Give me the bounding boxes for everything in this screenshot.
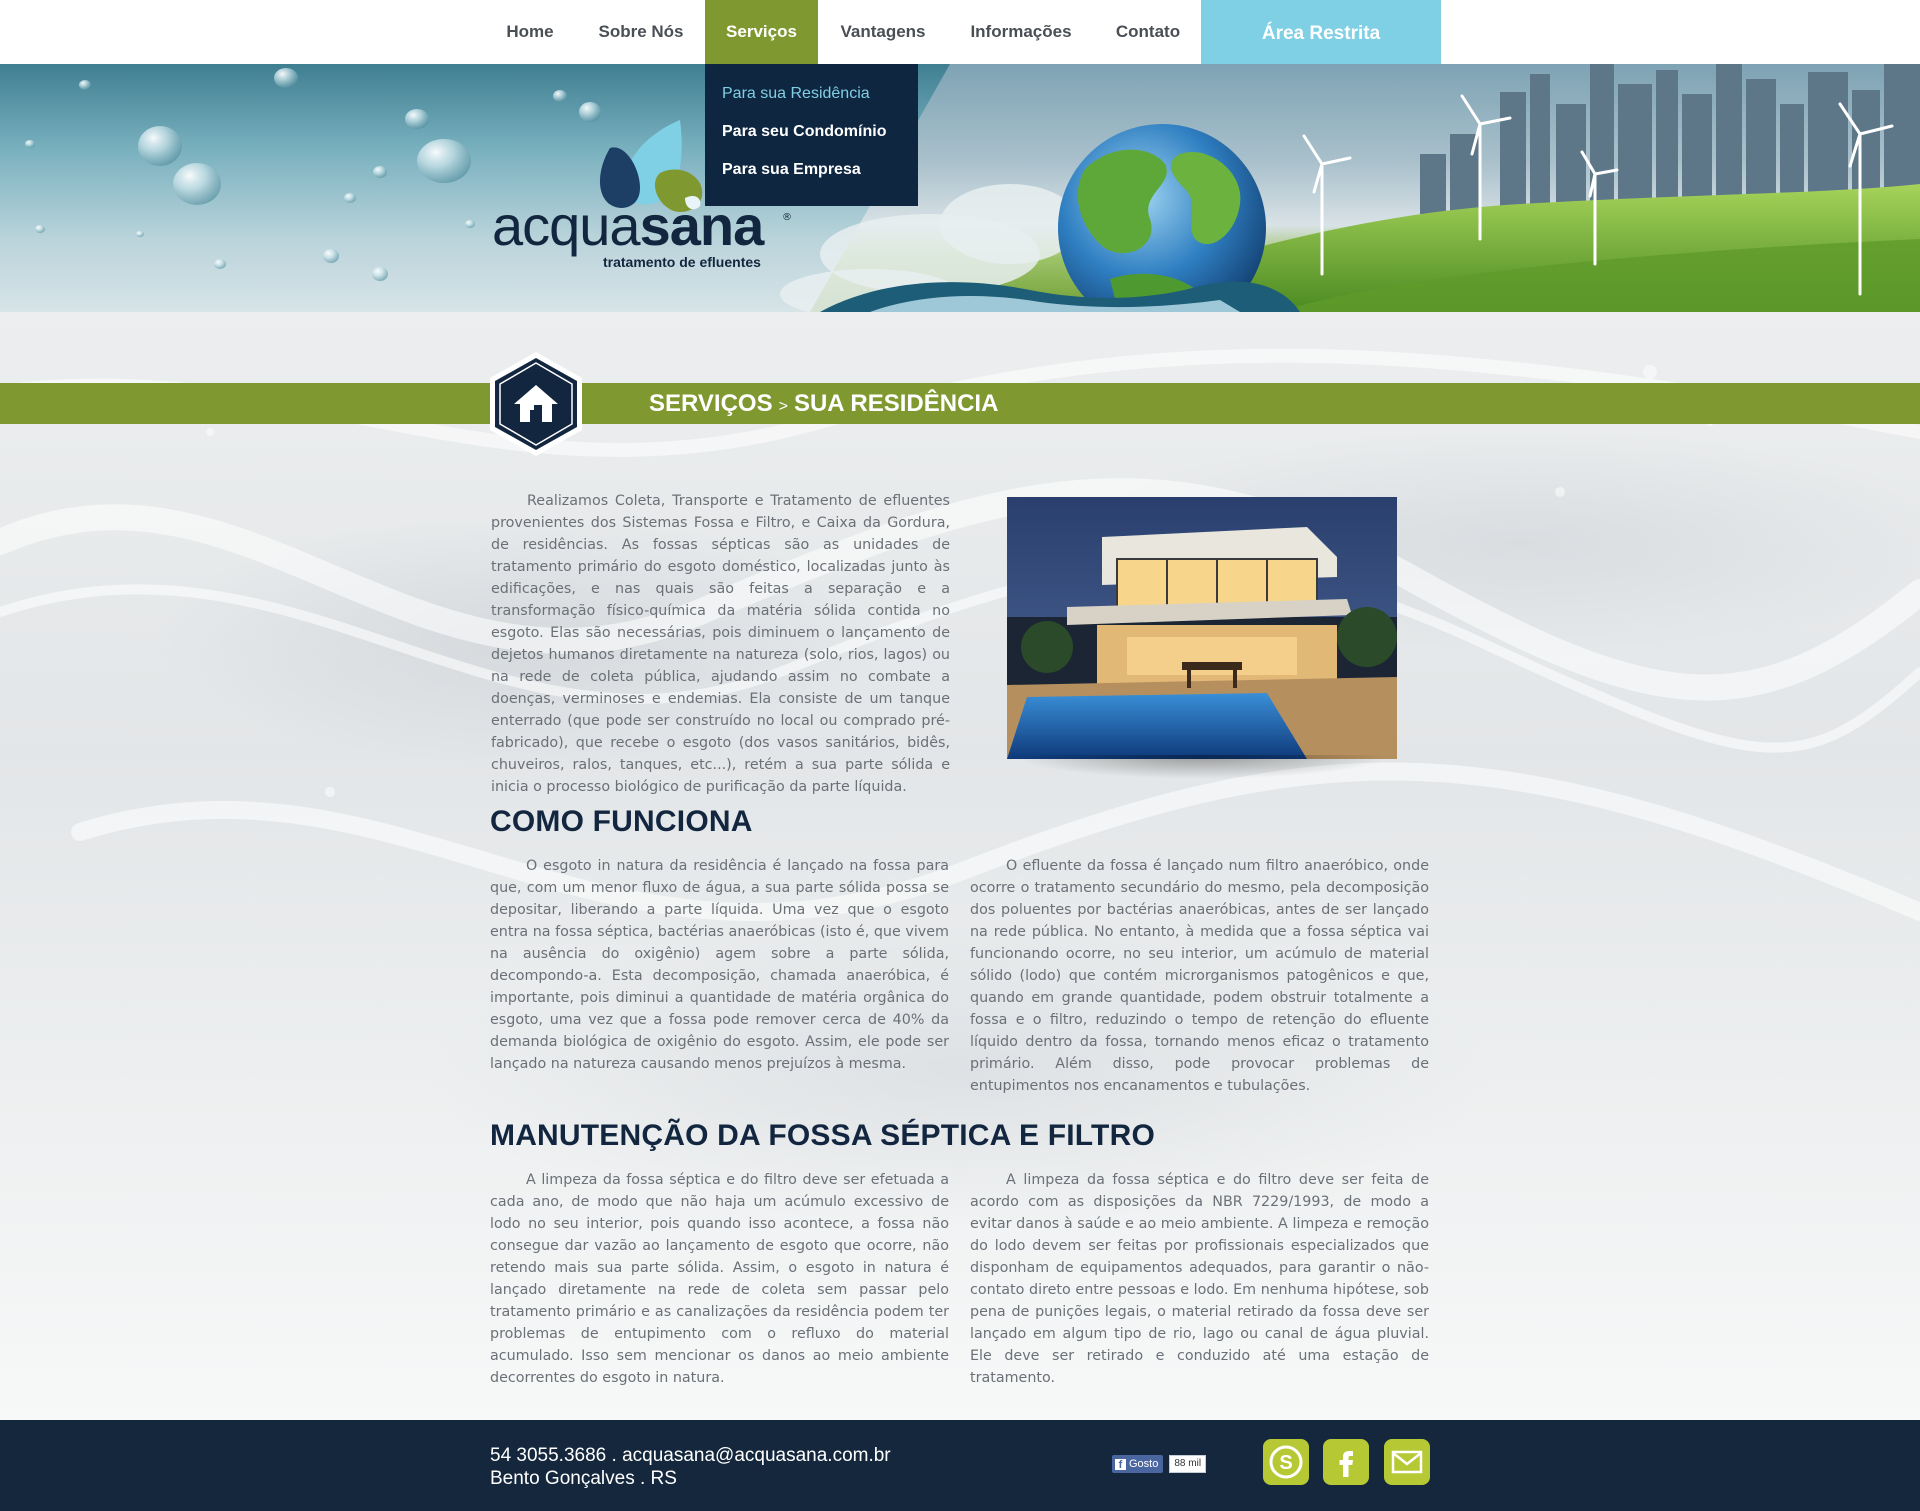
dropdown-item-condominio[interactable]: Para seu Condomínio (722, 123, 886, 141)
nav-item-vantagens[interactable]: Vantagens (827, 0, 939, 64)
area-restrita-button[interactable]: Área Restrita (1201, 0, 1441, 64)
footer-contact-line: 54 3055.3686 . acquasana@acquasana.com.b… (490, 1445, 891, 1466)
hero-banner (0, 64, 1920, 312)
breadcrumb-page: SUA RESIDÊNCIA (793, 390, 999, 417)
house-photo (1007, 497, 1397, 759)
facebook-like-label: Gosto (1129, 1458, 1159, 1470)
nav-item-contato[interactable]: Contato (1103, 0, 1193, 64)
top-navigation: Home Sobre Nós Serviços Vantagens Inform… (0, 0, 1920, 64)
acquasana-logo-wordmark: acquasana (492, 198, 764, 254)
footer-location-line: Bento Gonçalves . RS (490, 1468, 677, 1489)
logo-word-light: acqua (492, 194, 641, 257)
footer (0, 1420, 1920, 1511)
como-funciona-col2: O efluente da fossa é lançado num filtro… (970, 858, 1429, 1094)
section-heading-como-funciona: COMO FUNCIONA (490, 805, 753, 838)
facebook-button[interactable] (1323, 1439, 1369, 1485)
facebook-like-count: 88 mil (1169, 1455, 1207, 1473)
skype-button[interactable]: S (1263, 1439, 1309, 1485)
facebook-like-widget: f Gosto 88 mil (1112, 1455, 1207, 1473)
skype-icon: S (1269, 1445, 1303, 1479)
photo-shadow (1012, 755, 1392, 779)
nav-item-home[interactable]: Home (490, 0, 570, 64)
dropdown-item-residencia[interactable]: Para sua Residência (722, 85, 870, 103)
intro-paragraph: Realizamos Coleta, Transporte e Tratamen… (491, 493, 950, 795)
logo-tagline: tratamento de efluentes (603, 254, 761, 270)
registered-mark: ® (782, 212, 792, 223)
facebook-icon (1339, 1451, 1353, 1477)
email-button[interactable] (1384, 1439, 1430, 1485)
nav-item-servicos[interactable]: Serviços (705, 0, 818, 64)
facebook-like-icon: f (1115, 1458, 1126, 1471)
servicos-dropdown-menu: Para sua Residência Para seu Condomínio … (705, 64, 918, 206)
svg-text:S: S (1279, 1452, 1292, 1474)
nav-item-sobre-nos[interactable]: Sobre Nós (582, 0, 700, 64)
home-icon (490, 352, 582, 456)
manutencao-col2: A limpeza da fossa séptica e do filtro d… (970, 1172, 1429, 1386)
breadcrumb-section: SERVIÇOS (649, 390, 773, 417)
page-title: SERVIÇOS > SUA RESIDÊNCIA (649, 387, 998, 421)
email-icon (1391, 1450, 1423, 1474)
page-background (0, 312, 1920, 1420)
breadcrumb-separator: > (778, 398, 788, 415)
manutencao-col1: A limpeza da fossa séptica e do filtro d… (490, 1172, 949, 1386)
facebook-like-button[interactable]: f Gosto (1112, 1455, 1164, 1473)
como-funciona-col1: O esgoto in natura da residência é lança… (490, 858, 949, 1072)
nav-item-informacoes[interactable]: Informações (960, 0, 1082, 64)
dropdown-item-empresa[interactable]: Para sua Empresa (722, 161, 861, 179)
hero-illustration (25, 64, 1920, 312)
section-heading-manutencao: MANUTENÇÃO DA FOSSA SÉPTICA E FILTRO (490, 1119, 1155, 1152)
